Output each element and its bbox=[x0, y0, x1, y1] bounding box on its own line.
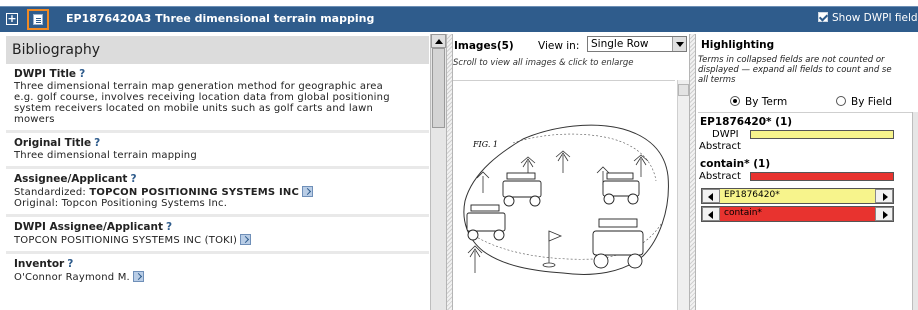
dwpi-assignee-section: DWPI Assignee/Applicant? TOPCON POSITION… bbox=[6, 217, 429, 254]
record-title: EP1876420A3 Three dimensional terrain ma… bbox=[66, 12, 375, 25]
help-icon[interactable]: ? bbox=[130, 173, 136, 185]
highlighting-note: Terms in collapsed fields are not counte… bbox=[698, 55, 918, 85]
note-line: Terms in collapsed fields are not counte… bbox=[698, 55, 885, 65]
title-bar-strip: + EP1876420A3 Three dimensional terrain … bbox=[0, 6, 918, 32]
help-icon[interactable]: ? bbox=[94, 137, 100, 149]
field-name: Abstract bbox=[699, 171, 741, 182]
view-in-value: Single Row bbox=[591, 38, 649, 50]
show-dwpi-label: Show DWPI field bbox=[832, 12, 918, 24]
original-title-section: Original Title? Three dimensional terrai… bbox=[6, 133, 429, 169]
navigator-term: contain* bbox=[724, 208, 762, 218]
help-icon[interactable]: ? bbox=[67, 258, 73, 270]
navigator-term: EP1876420* bbox=[724, 190, 780, 200]
document-icon bbox=[33, 14, 43, 25]
help-icon[interactable]: ? bbox=[79, 68, 85, 80]
field-name: DWPI bbox=[712, 129, 739, 140]
by-term-radio[interactable]: By Term bbox=[730, 96, 787, 108]
highlighting-scrollbar[interactable] bbox=[912, 112, 918, 310]
dwpi-title-line: e.g. golf course, involves receiving loc… bbox=[14, 92, 390, 103]
term-list: EP1876420* (1) DWPI Abstract contain* (1… bbox=[698, 112, 916, 310]
bibliography-content: Bibliography DWPI Title? Three dimension… bbox=[6, 34, 429, 310]
search-link-icon[interactable] bbox=[132, 271, 144, 282]
dwpi-title-section: DWPI Title? Three dimensional terrain ma… bbox=[6, 64, 429, 133]
inventor-value: O'Connor Raymond M. bbox=[14, 272, 130, 283]
by-term-label: By Term bbox=[745, 96, 788, 108]
help-icon[interactable]: ? bbox=[166, 221, 172, 233]
dwpi-title-line: Three dimensional terrain map generation… bbox=[14, 81, 383, 92]
inventor-label: Inventor bbox=[14, 258, 65, 270]
next-hit-icon[interactable] bbox=[875, 207, 893, 221]
bibliography-panel: Bibliography DWPI Title? Three dimension… bbox=[0, 34, 446, 310]
by-field-radio[interactable]: By Field bbox=[836, 96, 892, 108]
by-field-label: By Field bbox=[851, 96, 892, 108]
dwpi-assignee-label: DWPI Assignee/Applicant bbox=[14, 221, 164, 233]
term-heading: EP1876420* (1) bbox=[700, 116, 793, 128]
bibliography-scrollbar[interactable] bbox=[430, 34, 446, 310]
original-title-value: Three dimensional terrain mapping bbox=[14, 150, 197, 161]
dwpi-title-line: mowers bbox=[14, 114, 55, 125]
chevron-down-icon[interactable] bbox=[672, 37, 686, 51]
previous-hit-icon[interactable] bbox=[702, 189, 720, 203]
highlighting-title: Highlighting bbox=[701, 39, 775, 51]
patent-figure-thumbnail[interactable]: FIG. 1 bbox=[453, 80, 675, 310]
previous-hit-icon[interactable] bbox=[702, 207, 720, 221]
images-panel: Images(5) View in: Single Row Scroll to … bbox=[453, 34, 689, 310]
dwpi-title-line: system receivers located on mobile units… bbox=[14, 103, 374, 114]
note-line: all terms bbox=[698, 75, 736, 85]
radio-icon[interactable] bbox=[836, 96, 846, 106]
term-navigator: EP1876420* bbox=[701, 188, 894, 204]
images-title: Images(5) bbox=[454, 40, 514, 52]
highlight-color-bar[interactable] bbox=[750, 130, 894, 139]
scroll-up-arrow-icon[interactable] bbox=[431, 34, 446, 48]
search-link-icon[interactable] bbox=[240, 234, 252, 245]
panel-splitter-left[interactable] bbox=[446, 34, 453, 310]
expand-all-icon[interactable]: + bbox=[6, 13, 18, 25]
original-assignee: Original: Topcon Positioning Systems Inc… bbox=[14, 198, 228, 209]
patent-drawing-image[interactable]: FIG. 1 bbox=[453, 81, 675, 310]
show-dwpi-toggle[interactable]: Show DWPI field bbox=[818, 12, 918, 24]
search-link-icon[interactable] bbox=[302, 186, 314, 197]
images-hint: Scroll to view all images & click to enl… bbox=[453, 58, 634, 68]
original-title-label: Original Title bbox=[14, 137, 92, 149]
standardized-assignee: TOPCON POSITIONING SYSTEMS INC bbox=[89, 187, 300, 198]
dwpi-title-label: DWPI Title bbox=[14, 68, 77, 80]
next-hit-icon[interactable] bbox=[875, 189, 893, 203]
figure-label: FIG. 1 bbox=[472, 140, 498, 149]
term-navigator: contain* bbox=[701, 206, 894, 222]
highlight-color-bar[interactable] bbox=[750, 172, 894, 181]
standardized-prefix: Standardized: bbox=[14, 187, 90, 198]
checkbox-icon[interactable] bbox=[818, 12, 828, 22]
term-heading: contain* (1) bbox=[700, 158, 771, 170]
scroll-up-arrow-icon[interactable] bbox=[678, 84, 689, 96]
document-view-button[interactable] bbox=[27, 9, 49, 30]
images-scrollbar[interactable] bbox=[677, 80, 689, 310]
inventor-section: Inventor? O'Connor Raymond M. bbox=[6, 254, 429, 288]
panel-splitter-right[interactable] bbox=[689, 34, 696, 310]
view-in-select[interactable]: Single Row bbox=[587, 36, 687, 52]
radio-selected-icon[interactable] bbox=[730, 96, 740, 106]
note-line: displayed — expand all fields to count a… bbox=[698, 65, 892, 75]
field-name: Abstract bbox=[699, 141, 741, 152]
assignee-label: Assignee/Applicant bbox=[14, 173, 128, 185]
highlighting-panel: Highlighting Terms in collapsed fields a… bbox=[696, 34, 918, 310]
scrollbar-thumb[interactable] bbox=[432, 48, 445, 128]
bibliography-heading: Bibliography bbox=[6, 36, 429, 64]
title-bar: + EP1876420A3 Three dimensional terrain … bbox=[0, 0, 918, 34]
dwpi-assignee-value: TOPCON POSITIONING SYSTEMS INC (TOKI) bbox=[14, 235, 238, 246]
view-in-label: View in: bbox=[538, 40, 580, 52]
assignee-section: Assignee/Applicant? Standardized: TOPCON… bbox=[6, 169, 429, 217]
images-header: Images(5) View in: Single Row Scroll to … bbox=[453, 34, 689, 80]
